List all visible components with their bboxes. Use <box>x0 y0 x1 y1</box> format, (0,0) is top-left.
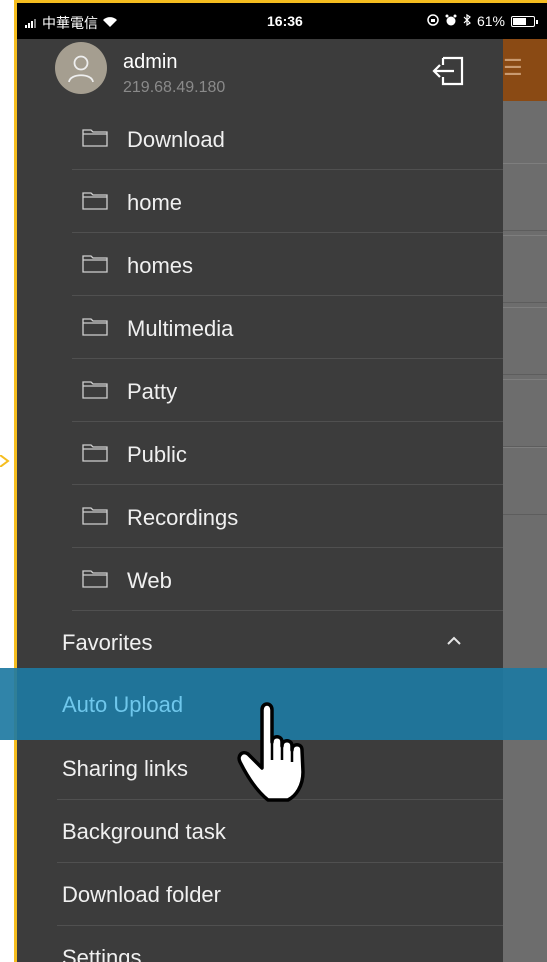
background-row <box>503 235 547 303</box>
folder-item-home[interactable]: home <box>72 170 503 233</box>
folder-label: Download <box>127 127 225 152</box>
carrier-label: 中華電信 <box>42 15 98 31</box>
hand-pointer-icon <box>228 690 328 810</box>
battery-icon <box>511 15 538 27</box>
folder-item-patty[interactable]: Patty <box>72 359 503 422</box>
background-app-panel: ☰ <box>503 39 547 962</box>
folder-item-recordings[interactable]: Recordings <box>72 485 503 548</box>
bluetooth-icon <box>463 13 471 29</box>
folder-label: Public <box>127 442 187 467</box>
status-bar: 中華電信 16:36 61% <box>17 3 547 39</box>
favorites-section-header[interactable]: Favorites <box>17 611 503 674</box>
background-app-header: ☰ <box>503 39 547 101</box>
user-icon[interactable] <box>55 42 107 94</box>
username: admin <box>123 51 178 73</box>
download-folder-label: Download folder <box>62 882 221 907</box>
folder-item-public[interactable]: Public <box>72 422 503 485</box>
user-header: admin 219.68.49.180 <box>17 39 503 103</box>
chevron-up-icon[interactable] <box>445 633 463 645</box>
signal-icon <box>25 18 36 28</box>
folder-label: homes <box>127 253 194 278</box>
settings-label: Settings <box>62 945 142 962</box>
logout-icon[interactable] <box>429 55 467 87</box>
server-ip: 219.68.49.180 <box>123 79 226 96</box>
edge-arrow-icon <box>0 454 10 468</box>
folder-label: Multimedia <box>127 316 234 341</box>
sharing-links-label: Sharing links <box>62 756 188 781</box>
folder-item-web[interactable]: Web <box>72 548 503 611</box>
folder-icon <box>82 318 108 336</box>
favorites-label: Favorites <box>62 630 153 655</box>
background-row <box>503 447 547 515</box>
folder-icon <box>82 570 108 588</box>
status-right: 61% <box>427 13 538 29</box>
folder-icon <box>82 192 108 210</box>
status-left: 中華電信 <box>25 13 118 33</box>
folder-label: Patty <box>127 379 178 404</box>
folder-icon <box>82 129 108 147</box>
folder-item-homes[interactable]: homes <box>72 233 503 296</box>
menu-item-settings[interactable]: Settings <box>17 926 503 962</box>
folder-icon <box>82 381 108 399</box>
background-row <box>503 307 547 375</box>
alarm-icon <box>445 13 457 29</box>
background-row <box>503 163 547 231</box>
folder-label: Recordings <box>127 505 239 530</box>
navigation-drawer: admin 219.68.49.180 Download home homes … <box>17 39 503 962</box>
folder-item-multimedia[interactable]: Multimedia <box>72 296 503 359</box>
menu-item-download-folder[interactable]: Download folder <box>17 863 503 926</box>
folder-icon <box>82 255 108 273</box>
hamburger-icon: ☰ <box>503 55 523 80</box>
folder-icon <box>82 507 108 525</box>
rotation-lock-icon <box>427 13 439 29</box>
folder-item-download[interactable]: Download <box>72 107 503 170</box>
battery-percent: 61% <box>476 13 505 29</box>
background-row <box>503 379 547 447</box>
auto-upload-label: Auto Upload <box>62 692 184 717</box>
folder-label: home <box>127 190 183 215</box>
folder-icon <box>82 444 108 462</box>
status-time: 16:36 <box>267 13 303 29</box>
folder-label: Web <box>127 568 172 593</box>
app-frame: 中華電信 16:36 61% ☰ admin 219.68.49.180 Dow… <box>14 0 547 962</box>
background-task-label: Background task <box>62 819 226 844</box>
wifi-icon <box>102 15 118 31</box>
